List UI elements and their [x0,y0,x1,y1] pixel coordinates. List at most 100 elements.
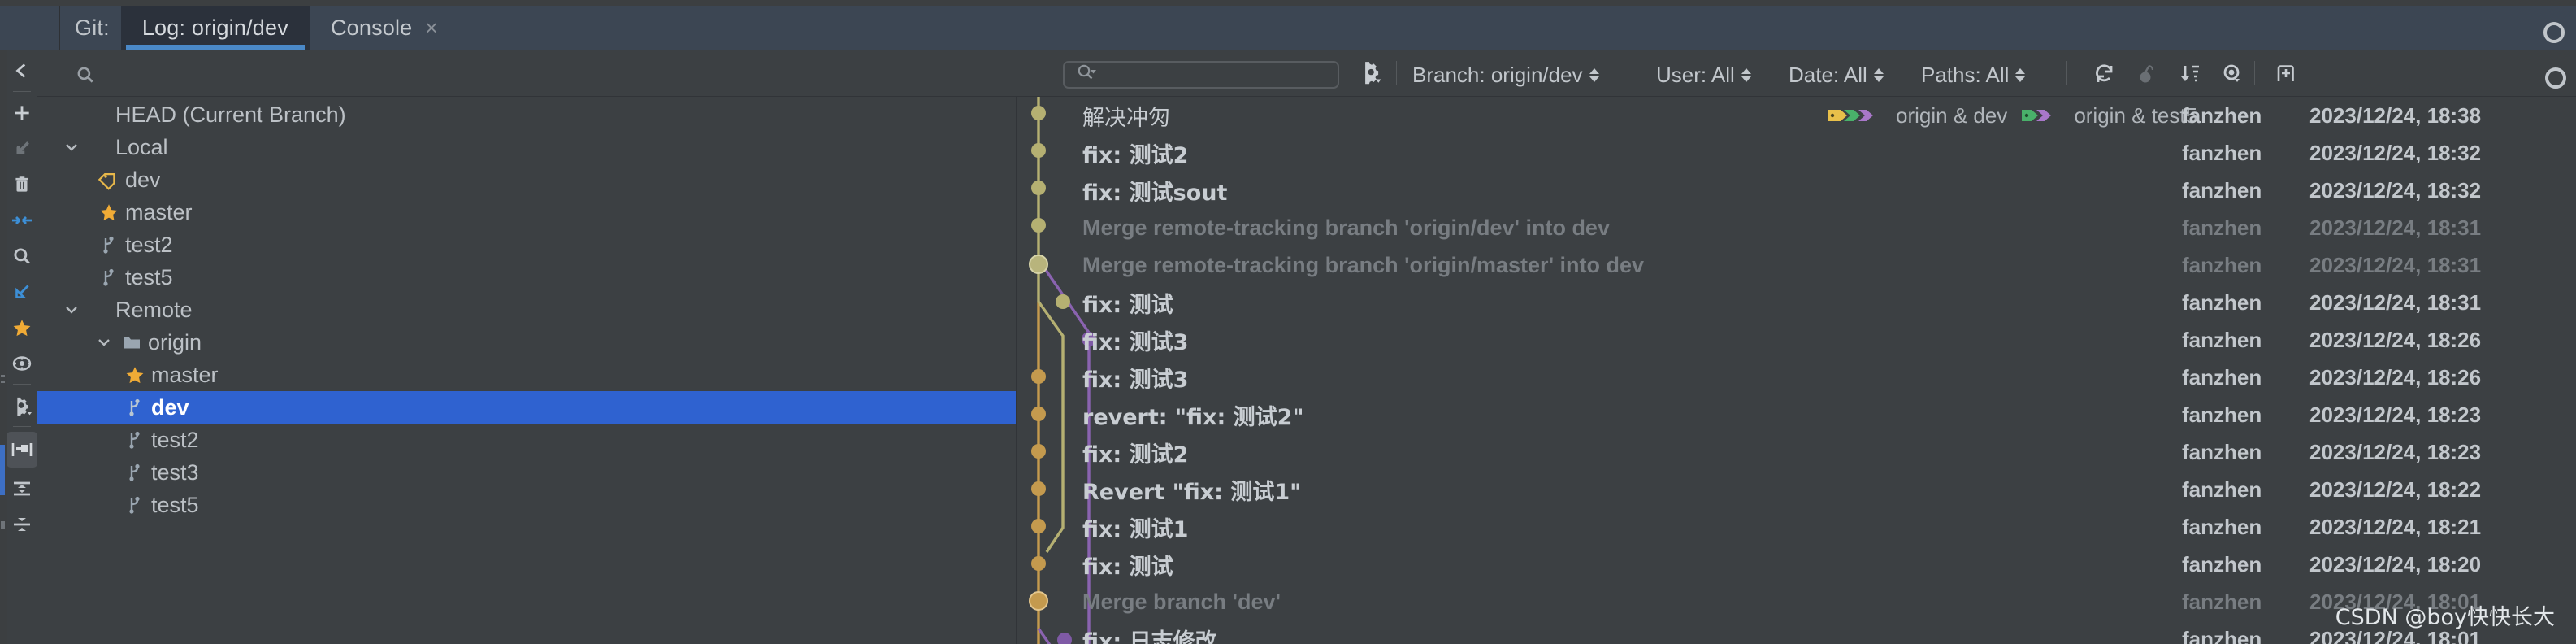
rail-tick [1,375,5,377]
commit-row[interactable]: fix: 测试2 fanzhen 2023/12/24, 18:23 [1017,433,2576,471]
branch-filter[interactable]: Branch: origin/dev [1412,62,1599,88]
commit-author: fanzhen [2182,327,2262,352]
chevron-updown-icon [1873,67,1884,82]
help-circle-icon[interactable] [2545,67,2566,89]
tree-item-label: dev [125,167,161,192]
add-icon[interactable] [7,95,37,131]
date-filter-label: Date: All [1789,62,1867,87]
merge-icon[interactable] [7,202,37,238]
tree-group-local[interactable]: Local [37,131,1016,163]
rail-divider [13,384,31,385]
rail-scroll-indicator[interactable] [0,445,5,495]
chevron-down-icon[interactable] [60,138,83,156]
tree-item-origin-test3[interactable]: test3 [37,456,1016,489]
favorite-icon[interactable] [7,310,37,346]
ref-chip[interactable]: origin & test5 [2020,103,2197,128]
commit-row[interactable]: Revert "fix: 测试1" fanzhen 2023/12/24, 18… [1017,471,2576,508]
tree-item-origin-master[interactable]: master [37,359,1016,391]
tree-item-local-test5[interactable]: test5 [37,261,1016,294]
commit-date: 2023/12/24, 18:23 [2309,439,2482,464]
commit-subject: Merge remote-tracking branch 'origin/dev… [1082,215,1610,240]
tree-item-label: Local [115,134,168,159]
tab-label: Log: origin/dev [141,15,288,40]
tree-item-local-test2[interactable]: test2 [37,228,1016,261]
commit-date: 2023/12/24, 18:31 [2309,215,2482,240]
commit-author: fanzhen [2182,439,2262,464]
commit-author: fanzhen [2182,476,2262,502]
show-details-icon[interactable] [2217,59,2249,89]
rail-tick [1,521,5,529]
sort-icon[interactable] [2173,59,2205,89]
tree-search-input[interactable] [50,61,1043,87]
chevron-down-icon[interactable] [93,333,115,351]
target-icon[interactable] [7,346,37,381]
search-icon[interactable] [7,238,37,274]
expand-all-icon[interactable] [7,471,37,507]
tab-bar: Git: Log: origin/dev Console × [0,6,2576,50]
commit-subject: fix: 测试2 [1082,142,1189,168]
tree-item-head[interactable]: HEAD (Current Branch) [37,98,1016,131]
tree-item-origin-test5[interactable]: test5 [37,489,1016,521]
commit-date: 2023/12/24, 18:31 [2309,289,2482,315]
settings-icon[interactable] [7,388,37,424]
commit-row[interactable]: Merge remote-tracking branch 'origin/dev… [1017,209,2576,246]
commit-row[interactable]: fix: 测试 fanzhen 2023/12/24, 18:20 [1017,546,2576,583]
commit-author: fanzhen [2182,177,2262,202]
pull-icon[interactable] [7,274,37,310]
commit-row[interactable]: 解决冲灳 origin & dev origin & test5 fanzhen… [1017,97,2576,134]
delete-icon[interactable] [7,167,37,202]
commit-row[interactable]: fix: 测试2 fanzhen 2023/12/24, 18:32 [1017,134,2576,172]
show-branches-icon[interactable] [7,432,37,468]
user-filter[interactable]: User: All [1656,62,1751,88]
commit-row[interactable]: fix: 测试3 fanzhen 2023/12/24, 18:26 [1017,321,2576,359]
commit-date: 2023/12/24, 18:26 [2309,327,2482,352]
commit-author: fanzhen [2182,252,2262,277]
tree-item-label: HEAD (Current Branch) [115,102,346,127]
gear-dropdown-icon[interactable] [1357,60,1386,88]
cherry-pick-icon[interactable] [2131,59,2163,89]
tree-group-origin[interactable]: origin [37,326,1016,359]
refresh-icon[interactable] [2088,59,2121,89]
tree-item-origin-dev[interactable]: dev [37,391,1016,424]
collapse-left-icon[interactable] [7,53,37,89]
commit-row[interactable]: fix: 测试sout fanzhen 2023/12/24, 18:32 [1017,172,2576,209]
tree-item-local-dev[interactable]: dev [37,163,1016,196]
commit-filter-input[interactable] [1063,61,1339,89]
commit-author: fanzhen [2182,140,2262,165]
toolbar-divider [2066,61,2067,85]
commit-subject: fix: 日志修改 [1082,629,1217,644]
checkout-icon[interactable] [7,131,37,167]
collapse-all-icon[interactable] [7,507,37,542]
user-filter-label: User: All [1656,62,1735,87]
chevron-down-icon[interactable] [60,301,83,319]
commit-row[interactable]: fix: 测试 fanzhen 2023/12/24, 18:31 [1017,284,2576,321]
paths-filter[interactable]: Paths: All [1921,62,2026,88]
help-circle-icon[interactable] [2543,22,2565,43]
commit-row[interactable]: revert: "fix: 测试2" fanzhen 2023/12/24, 1… [1017,396,2576,433]
new-tab-icon[interactable] [2270,59,2303,89]
tag-icon [93,169,125,190]
tab-console[interactable]: Console × [310,6,459,50]
close-icon[interactable]: × [425,17,437,38]
tree-group-remote[interactable]: Remote [37,294,1016,326]
commit-row[interactable]: fix: 测试3 fanzhen 2023/12/24, 18:26 [1017,359,2576,396]
commit-row[interactable]: fix: 测试1 fanzhen 2023/12/24, 18:21 [1017,508,2576,546]
commit-date: 2023/12/24, 18:20 [2309,551,2482,577]
commit-author: fanzhen [2182,289,2262,315]
commit-row[interactable]: Merge remote-tracking branch 'origin/mas… [1017,246,2576,284]
tree-item-label: master [125,199,193,224]
paths-filter-label: Paths: All [1921,62,2010,87]
search-dropdown-icon[interactable] [1076,63,1097,88]
tree-item-label: test2 [151,427,199,452]
tab-log-origin-dev[interactable]: Log: origin/dev [120,6,310,50]
tab-bar-left-gutter [0,6,60,50]
date-filter[interactable]: Date: All [1789,62,1884,88]
ref-chip[interactable]: origin & dev [1826,103,2007,128]
tree-item-label: test2 [125,232,173,257]
commit-date: 2023/12/24, 18:22 [2309,476,2482,502]
tree-item-local-master[interactable]: master [37,196,1016,228]
branch-icon [93,267,125,288]
window-top-strip [0,0,2576,6]
tree-item-origin-test2[interactable]: test2 [37,424,1016,456]
branch-icon [119,494,151,516]
